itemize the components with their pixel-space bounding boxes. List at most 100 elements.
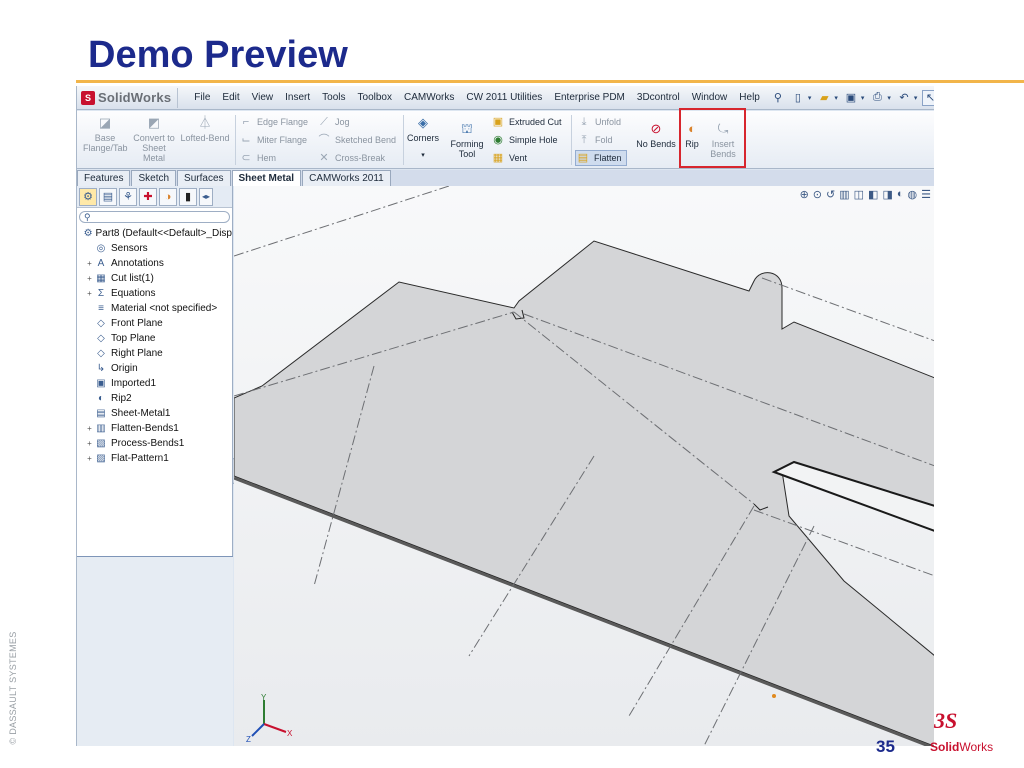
- zoom-to-fit-icon[interactable]: ⊕: [800, 188, 809, 201]
- edge-flange-button[interactable]: ⌐ Edge Flange: [239, 114, 308, 130]
- tree-item[interactable]: ▣ Imported1: [79, 376, 232, 391]
- lofted-bend-button[interactable]: ⏃ Lofted-Bend: [179, 115, 231, 143]
- menu-edit[interactable]: Edit: [216, 92, 245, 103]
- sketched-bend-button[interactable]: ⌒ Sketched Bend: [317, 132, 397, 148]
- hem-button[interactable]: ⊂ Hem: [239, 150, 276, 166]
- menu-3dcontrol[interactable]: 3Dcontrol: [631, 92, 686, 103]
- vent-button[interactable]: ▦ Vent: [491, 150, 527, 166]
- tree-item[interactable]: + ▦ Cut list(1): [79, 271, 232, 286]
- tree-item[interactable]: ◐ Rip2: [79, 391, 232, 406]
- graphics-viewport[interactable]: ⊕ ⊙ ↺ ▥ ◫ ◧ ◨ ◐ ◍ ☰ Y X Z: [234, 186, 934, 746]
- fold-label: Fold: [595, 135, 613, 145]
- tree-item[interactable]: ◇ Top Plane: [79, 331, 232, 346]
- tab-camworks[interactable]: CAMWorks 2011: [302, 170, 391, 186]
- command-tabs: Features Sketch Surfaces Sheet Metal CAM…: [77, 170, 934, 186]
- menu-toolbox[interactable]: Toolbox: [352, 92, 398, 103]
- tree-item[interactable]: + Σ Equations: [79, 286, 232, 301]
- miter-flange-button[interactable]: ⌙ Miter Flange: [239, 132, 307, 148]
- fold-button[interactable]: ⤒ Fold: [577, 132, 613, 148]
- menu-window[interactable]: Window: [686, 92, 734, 103]
- solidworks-brand[interactable]: S SolidWorks: [77, 87, 179, 108]
- logo-word-bold: Solid: [930, 740, 960, 754]
- zoom-area-icon[interactable]: ⊙: [813, 188, 822, 201]
- open-dropdown-icon[interactable]: ▾: [834, 94, 838, 102]
- cross-break-icon: ✕: [319, 152, 329, 164]
- tree-item[interactable]: ◇ Right Plane: [79, 346, 232, 361]
- convert-icon: ◩: [147, 115, 161, 130]
- menu-cw-utilities[interactable]: CW 2011 Utilities: [460, 92, 548, 103]
- menu-camworks[interactable]: CAMWorks: [398, 92, 460, 103]
- open-folder-icon[interactable]: ▰: [816, 90, 832, 106]
- featuremanager-tab-icon[interactable]: ⚙: [79, 187, 97, 206]
- undo-dropdown-icon[interactable]: ▾: [914, 94, 918, 102]
- tab-sheet-metal[interactable]: Sheet Metal: [231, 170, 302, 186]
- tab-sketch[interactable]: Sketch: [131, 170, 177, 186]
- cross-break-button[interactable]: ✕ Cross-Break: [317, 150, 385, 166]
- display-manager-tab-icon[interactable]: ◑: [159, 187, 177, 206]
- new-document-icon[interactable]: ▯: [790, 90, 806, 106]
- new-dropdown-icon[interactable]: ▾: [808, 94, 812, 102]
- tree-item[interactable]: + A Annotations: [79, 256, 232, 271]
- display-style-icon[interactable]: ◧: [868, 188, 878, 201]
- tree-item[interactable]: + ▧ Process-Bends1: [79, 436, 232, 451]
- menu-insert[interactable]: Insert: [279, 92, 316, 103]
- menu-enterprise-pdm[interactable]: Enterprise PDM: [548, 92, 631, 103]
- view-orientation-icon[interactable]: ◫: [854, 188, 864, 201]
- edit-appearance-icon[interactable]: ◐: [897, 188, 904, 201]
- menu-view[interactable]: View: [246, 92, 280, 103]
- tree-item[interactable]: + ▥ Flatten-Bends1: [79, 421, 232, 436]
- tab-surfaces[interactable]: Surfaces: [177, 170, 231, 186]
- tree-item[interactable]: ▤ Sheet-Metal1: [79, 406, 232, 421]
- expand-toggle-icon[interactable]: +: [85, 439, 94, 448]
- expand-toggle-icon[interactable]: +: [85, 289, 94, 298]
- view-settings-icon[interactable]: ☰: [921, 188, 931, 201]
- expand-toggle-icon[interactable]: +: [85, 424, 94, 433]
- menu-tools[interactable]: Tools: [316, 92, 351, 103]
- tree-filter[interactable]: ⚲: [79, 211, 230, 223]
- expand-toggle-icon[interactable]: +: [85, 259, 94, 268]
- convert-to-sheet-metal-button[interactable]: ◩ Convert to Sheet Metal: [133, 115, 175, 163]
- base-flange-button[interactable]: ◪ Base Flange/Tab: [83, 115, 128, 153]
- extruded-cut-button[interactable]: ▣ Extruded Cut: [491, 114, 562, 130]
- panel-scroll-arrows-icon[interactable]: ◂▸: [199, 187, 213, 206]
- logo-word: SolidWorks: [930, 740, 993, 754]
- propertymanager-tab-icon[interactable]: ▤: [99, 187, 117, 206]
- menu-file[interactable]: File: [188, 92, 216, 103]
- camworks-tab-icon[interactable]: ▮: [179, 187, 197, 206]
- hide-show-items-icon[interactable]: ◨: [882, 188, 892, 201]
- section-view-icon[interactable]: ▥: [839, 188, 849, 201]
- tree-item[interactable]: ◇ Front Plane: [79, 316, 232, 331]
- previous-view-icon[interactable]: ↺: [826, 188, 835, 201]
- reference-triad: Y X Z: [246, 694, 296, 744]
- tree-item[interactable]: ◎ Sensors: [79, 241, 232, 256]
- dimxpert-tab-icon[interactable]: ✚: [139, 187, 157, 206]
- tree-item[interactable]: + ▨ Flat-Pattern1: [79, 451, 232, 466]
- save-dropdown-icon[interactable]: ▾: [861, 94, 865, 102]
- tree-item[interactable]: ≡ Material <not specified>: [79, 301, 232, 316]
- save-icon[interactable]: ▣: [843, 90, 859, 106]
- menu-help[interactable]: Help: [733, 92, 766, 103]
- unfold-button[interactable]: ⤓ Unfold: [577, 114, 621, 130]
- undo-icon[interactable]: ↶: [896, 90, 912, 106]
- print-dropdown-icon[interactable]: ▾: [887, 94, 891, 102]
- select-pointer-icon[interactable]: ↖: [922, 89, 934, 106]
- apply-scene-icon[interactable]: ◍: [908, 188, 918, 201]
- expand-toggle-icon[interactable]: +: [85, 274, 94, 283]
- corners-dropdown-icon[interactable]: ▾: [405, 151, 441, 161]
- forming-tool-button[interactable]: ⛫ Forming Tool: [447, 121, 487, 159]
- flatten-button[interactable]: ▤ Flatten: [575, 150, 627, 166]
- tab-features[interactable]: Features: [77, 170, 131, 186]
- corners-button[interactable]: ◈ Corners ▾: [405, 115, 441, 161]
- forming-tool-label: Forming Tool: [450, 139, 484, 159]
- configuration-tab-icon[interactable]: ⚘: [119, 187, 137, 206]
- tree-item[interactable]: ↳ Origin: [79, 361, 232, 376]
- tree-item-label: Sensors: [111, 243, 148, 254]
- print-icon[interactable]: ⎙: [869, 90, 885, 106]
- pin-icon[interactable]: ⚲: [770, 90, 786, 106]
- jog-button[interactable]: ⟋ Jog: [317, 114, 349, 130]
- tree-item[interactable]: ⚙ Part8 (Default<<Default>_Disp: [79, 226, 232, 241]
- expand-toggle-icon[interactable]: +: [85, 454, 94, 463]
- simple-hole-button[interactable]: ◉ Simple Hole: [491, 132, 557, 148]
- plane-icon: ◇: [97, 347, 105, 359]
- no-bends-button[interactable]: ⊘ No Bends: [633, 121, 679, 149]
